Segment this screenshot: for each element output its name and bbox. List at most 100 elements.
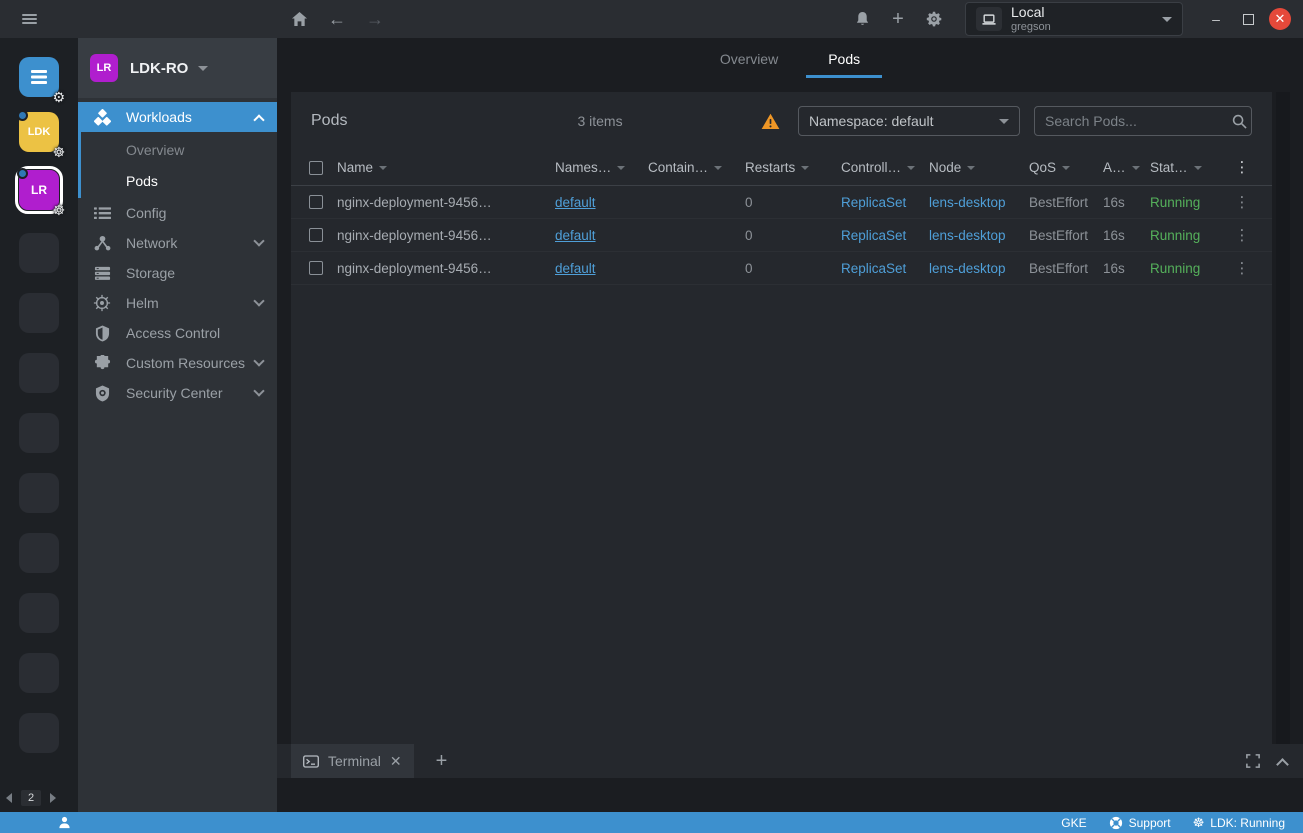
forward-icon[interactable]: →: [360, 4, 390, 34]
sidebar-item-custom-resources[interactable]: Custom Resources: [78, 348, 277, 378]
statusbar-support[interactable]: Support: [1109, 816, 1171, 830]
hotbar-empty-slot: [19, 413, 59, 453]
namespace-link[interactable]: default: [555, 261, 596, 276]
row-checkbox[interactable]: [309, 228, 323, 242]
sidebar-item-helm[interactable]: Helm: [78, 288, 277, 318]
laptop-icon: [976, 7, 1002, 31]
user-icon[interactable]: [58, 816, 71, 829]
select-all-checkbox[interactable]: [309, 161, 323, 175]
chevron-down-icon: [253, 355, 264, 366]
online-dot: [17, 168, 28, 179]
settings-gear-icon[interactable]: [919, 4, 949, 34]
tab-overview[interactable]: Overview: [698, 45, 800, 78]
cluster-status-label: LDK: Running: [1210, 816, 1285, 830]
column-header-containers[interactable]: Contain…: [648, 160, 745, 175]
catalog-list-icon: [30, 69, 48, 85]
column-header-namespace[interactable]: Names…: [555, 160, 648, 175]
sidebar-item-label: Helm: [126, 295, 159, 311]
warning-icon[interactable]: [761, 113, 780, 130]
sidebar-item-security-center[interactable]: Security Center: [78, 378, 277, 408]
column-header-restarts[interactable]: Restarts: [745, 160, 841, 175]
catalog-button[interactable]: ⚙: [19, 57, 59, 97]
sidebar-item-network[interactable]: Network: [78, 228, 277, 258]
cluster-sidebar: LR LDK-RO Workloads Overview Pods Config: [78, 38, 277, 812]
sort-caret-icon: [1194, 166, 1202, 170]
expand-dock-icon[interactable]: [1246, 754, 1260, 768]
table-row[interactable]: nginx-deployment-9456… default 0 Replica…: [291, 252, 1272, 285]
new-terminal-icon[interactable]: +: [436, 751, 448, 771]
node-link[interactable]: lens-desktop: [929, 228, 1006, 243]
maximize-button[interactable]: [1237, 8, 1259, 30]
add-cluster-icon[interactable]: +: [883, 4, 913, 34]
puzzle-icon: [92, 355, 112, 372]
columns-menu-icon[interactable]: ⋮: [1230, 160, 1254, 175]
page-next-icon[interactable]: [50, 793, 56, 803]
column-header-node[interactable]: Node: [929, 160, 1029, 175]
active-profile-dropdown[interactable]: Local gregson: [965, 2, 1183, 36]
terminal-tab[interactable]: Terminal ✕: [291, 744, 414, 778]
status-badge: Running: [1150, 195, 1230, 210]
status-badge: Running: [1150, 228, 1230, 243]
table-row[interactable]: nginx-deployment-9456… default 0 Replica…: [291, 219, 1272, 252]
pod-name: nginx-deployment-9456…: [337, 228, 555, 243]
sidebar-item-pods[interactable]: Pods: [81, 165, 277, 196]
sidebar-item-label: Custom Resources: [126, 355, 245, 371]
age-value: 16s: [1103, 228, 1150, 243]
notifications-icon[interactable]: [847, 4, 877, 34]
namespace-link[interactable]: default: [555, 228, 596, 243]
sidebar-item-workloads[interactable]: Workloads: [78, 102, 277, 132]
sidebar-item-access-control[interactable]: Access Control: [78, 318, 277, 348]
hotbar-empty-slot: [19, 233, 59, 273]
row-checkbox[interactable]: [309, 195, 323, 209]
hotbar-pager: 2: [6, 790, 56, 806]
menu-icon[interactable]: [14, 4, 44, 34]
sort-caret-icon: [379, 166, 387, 170]
column-header-qos[interactable]: QoS: [1029, 160, 1103, 175]
chevron-down-icon: [253, 295, 264, 306]
column-header-age[interactable]: A…: [1103, 160, 1150, 175]
controlled-by-link[interactable]: ReplicaSet: [841, 195, 906, 210]
namespace-link[interactable]: default: [555, 195, 596, 210]
node-link[interactable]: lens-desktop: [929, 195, 1006, 210]
top-bar: ← → + Local gregson – ✕: [0, 0, 1303, 38]
tab-pods[interactable]: Pods: [806, 45, 882, 78]
cluster-switcher[interactable]: LR LDK-RO: [78, 38, 277, 98]
qos-value: BestEffort: [1029, 228, 1103, 243]
search-input[interactable]: [1045, 113, 1226, 129]
controlled-by-link[interactable]: ReplicaSet: [841, 261, 906, 276]
row-menu-icon[interactable]: ⋮: [1230, 195, 1254, 210]
minimize-button[interactable]: –: [1205, 8, 1227, 30]
helm-icon: [92, 294, 112, 312]
chevron-up-icon[interactable]: [1276, 758, 1289, 771]
scrollbar-gutter[interactable]: [1276, 92, 1290, 758]
sidebar-item-overview[interactable]: Overview: [81, 134, 277, 165]
close-terminal-icon[interactable]: ✕: [390, 753, 402, 770]
column-header-name[interactable]: Name: [337, 160, 555, 175]
column-header-status[interactable]: Stat…: [1150, 160, 1230, 175]
table-row[interactable]: nginx-deployment-9456… default 0 Replica…: [291, 186, 1272, 219]
column-header-controlled-by[interactable]: Controll…: [841, 160, 929, 175]
cluster-initials: LDK: [28, 126, 51, 138]
statusbar-cluster-status[interactable]: ☸ LDK: Running: [1193, 816, 1285, 830]
row-checkbox[interactable]: [309, 261, 323, 275]
cluster-button-lr-active[interactable]: LR ☸: [19, 170, 59, 210]
page-prev-icon[interactable]: [6, 793, 12, 803]
sidebar-item-label: Network: [126, 235, 177, 251]
statusbar-env[interactable]: GKE: [1061, 816, 1086, 830]
back-icon[interactable]: ←: [322, 4, 352, 34]
namespace-select[interactable]: Namespace: default: [798, 106, 1020, 136]
sidebar-item-config[interactable]: Config: [78, 198, 277, 228]
row-menu-icon[interactable]: ⋮: [1230, 228, 1254, 243]
node-link[interactable]: lens-desktop: [929, 261, 1006, 276]
items-count: 3 items: [577, 113, 622, 129]
terminal-dock: Terminal ✕ +: [277, 744, 1303, 778]
cluster-button-ldk[interactable]: LDK ☸: [19, 112, 59, 152]
sidebar-item-storage[interactable]: Storage: [78, 258, 277, 288]
home-icon[interactable]: [284, 4, 314, 34]
support-label: Support: [1129, 816, 1171, 830]
row-menu-icon[interactable]: ⋮: [1230, 261, 1254, 276]
hotbar-empty-slot: [19, 713, 59, 753]
close-button[interactable]: ✕: [1269, 8, 1291, 30]
chevron-down-icon: [198, 66, 208, 71]
controlled-by-link[interactable]: ReplicaSet: [841, 228, 906, 243]
